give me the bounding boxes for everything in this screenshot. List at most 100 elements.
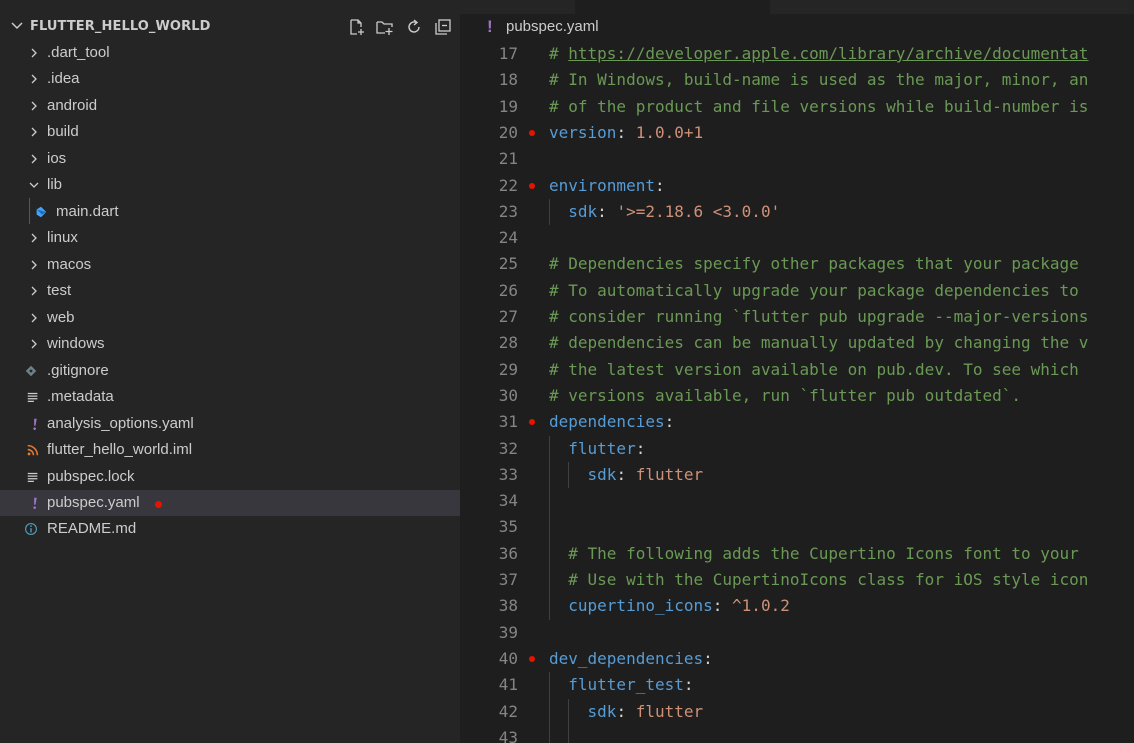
yaml-colon: : (616, 122, 627, 142)
yaml-key: dependencies (549, 412, 665, 432)
tree-item-label: pubspec.yaml (47, 494, 140, 511)
line-number: 24 (498, 228, 518, 248)
line-number: 42 (498, 701, 518, 721)
tree-folder-android[interactable]: android (0, 93, 460, 119)
yaml-colon: : (664, 412, 675, 432)
line-number: 32 (498, 438, 518, 458)
code-line[interactable]: 21 (460, 146, 1134, 172)
code-line[interactable]: 39 (460, 620, 1134, 646)
tree-folder-lib[interactable]: lib (0, 172, 460, 198)
chevron-right-icon (31, 48, 37, 58)
code-line[interactable]: 23 sdk: '>=2.18.6 <3.0.0' (460, 199, 1134, 225)
modified-indicator (155, 501, 162, 508)
comment: # of the product and file versions while… (549, 96, 1089, 116)
tree-folder-macos[interactable]: macos (0, 252, 460, 278)
tree-folder-build[interactable]: build (0, 119, 460, 145)
code-line[interactable]: 25 # Dependencies specify other packages … (460, 251, 1134, 277)
code-line[interactable]: 19 # of the product and file versions whi… (460, 94, 1134, 120)
code-line[interactable]: 35 (460, 514, 1134, 540)
code-line[interactable]: 40 dev_dependencies: (460, 646, 1134, 672)
modified-gutter-dot (529, 655, 535, 662)
refresh-icon[interactable] (405, 18, 423, 36)
editor-pane[interactable]: ! pubspec.yaml 17 # https://developer.app… (460, 0, 1134, 743)
code-line[interactable]: 37 # Use with the CupertinoIcons class f… (460, 567, 1134, 593)
yaml-colon: : (654, 175, 665, 195)
yaml-key: cupertino_icons (568, 596, 713, 616)
code-text: version: 1.0.0+1 (549, 120, 703, 146)
new-folder-icon[interactable] (376, 18, 394, 36)
yaml-colon: : (616, 464, 627, 484)
code-line[interactable]: 27 # consider running `flutter pub upgrad… (460, 304, 1134, 330)
code-line[interactable]: 26 # To automatically upgrade your packag… (460, 278, 1134, 304)
code-line[interactable]: 38 cupertino_icons: ^1.0.2 (460, 593, 1134, 619)
line-number: 17 (498, 44, 518, 63)
comment-link[interactable]: https://developer.apple.com/library/arch… (568, 44, 1088, 63)
code-text: sdk: flutter (549, 462, 704, 488)
code-line[interactable]: 17 # https://developer.apple.com/library/… (460, 41, 1134, 67)
tab-strip (460, 0, 1134, 14)
code-line[interactable]: 18 # In Windows, build-name is used as th… (460, 67, 1134, 93)
code-line[interactable]: 20 version: 1.0.0+1 (460, 120, 1134, 146)
line-number: 30 (498, 385, 518, 405)
code-line[interactable]: 36 # The following adds the Cupertino Ic… (460, 541, 1134, 567)
line-number: 26 (498, 280, 518, 300)
code-line[interactable]: 24 (460, 225, 1134, 251)
tree-folder-idea[interactable]: .idea (0, 66, 460, 92)
tree-file-pubspec-lock[interactable]: pubspec.lock (0, 464, 460, 490)
yaml-colon: : (683, 675, 694, 695)
chevron-right-icon (31, 313, 37, 323)
code-line[interactable]: 22 environment: (460, 173, 1134, 199)
yaml-value: flutter (626, 701, 704, 721)
tree-file-gitignore[interactable]: .gitignore (0, 358, 460, 384)
line-number: 33 (498, 464, 518, 484)
tree-folder-ios[interactable]: ios (0, 146, 460, 172)
code-line[interactable]: 32 flutter: (460, 436, 1134, 462)
new-file-icon[interactable] (348, 18, 366, 36)
code-line[interactable]: 42 sdk: flutter (460, 699, 1134, 725)
chevron-down-icon[interactable] (10, 19, 24, 33)
code-line[interactable]: 29 # the latest version available on pub.… (460, 357, 1134, 383)
code-line[interactable]: 28 # dependencies can be manually updated… (460, 330, 1134, 356)
tree-folder-web[interactable]: web (0, 305, 460, 331)
comment: # the latest version available on pub.de… (549, 359, 1079, 379)
tree-file-analysis-options[interactable]: analysis_options.yaml (0, 411, 460, 437)
tree-file-iml[interactable]: flutter_hello_world.iml (0, 437, 460, 463)
tree-file-main-dart[interactable]: main.dart (0, 199, 460, 225)
tree-file-pubspec-yaml[interactable]: pubspec.yaml (0, 490, 460, 516)
tree-item-label: pubspec.lock (47, 468, 135, 485)
tree-item-label: .metadata (47, 388, 114, 405)
collapse-all-icon[interactable] (434, 18, 452, 36)
code-line[interactable]: 33 sdk: flutter (460, 462, 1134, 488)
code-text: environment: (549, 173, 665, 199)
tree-file-metadata[interactable]: .metadata (0, 384, 460, 410)
tree-item-label: build (47, 123, 79, 140)
chevron-right-icon (31, 260, 37, 270)
yaml-key: sdk (587, 464, 617, 484)
breadcrumb-file[interactable]: pubspec.yaml (506, 18, 599, 35)
yaml-colon: : (712, 596, 723, 616)
comment: # Dependencies specify other packages th… (549, 254, 1079, 274)
active-tab[interactable] (575, 0, 770, 14)
explorer-header[interactable]: FLUTTER_HELLO_WORLD (0, 13, 460, 41)
code-text: sdk: '>=2.18.6 <3.0.0' (549, 199, 780, 225)
yaml-colon: : (597, 201, 607, 221)
indent-guide (549, 198, 550, 226)
yaml-icon (33, 497, 37, 509)
code-line[interactable]: 30 # versions available, run `flutter pub… (460, 383, 1134, 409)
tree-folder-test[interactable]: test (0, 278, 460, 304)
tree-folder-windows[interactable]: windows (0, 331, 460, 357)
tree-folder-linux[interactable]: linux (0, 225, 460, 251)
yaml-key: dev_dependencies (549, 648, 704, 668)
breadcrumb[interactable]: ! pubspec.yaml (460, 14, 1134, 40)
tree-item-label: flutter_hello_world.iml (47, 441, 193, 458)
code-line[interactable]: 41 flutter_test: (460, 672, 1134, 698)
code-text: # https://developer.apple.com/library/ar… (549, 41, 1088, 67)
code-line[interactable]: 34 (460, 488, 1134, 514)
code-line[interactable]: 43 (460, 725, 1134, 743)
chevron-down-icon (29, 182, 39, 188)
tree-folder-dart-tool[interactable]: .dart_tool (0, 40, 460, 66)
modified-gutter-dot (529, 129, 535, 136)
code-line[interactable]: 31 dependencies: (460, 409, 1134, 435)
tree-file-readme[interactable]: README.md (0, 516, 460, 542)
line-number: 34 (498, 491, 518, 511)
